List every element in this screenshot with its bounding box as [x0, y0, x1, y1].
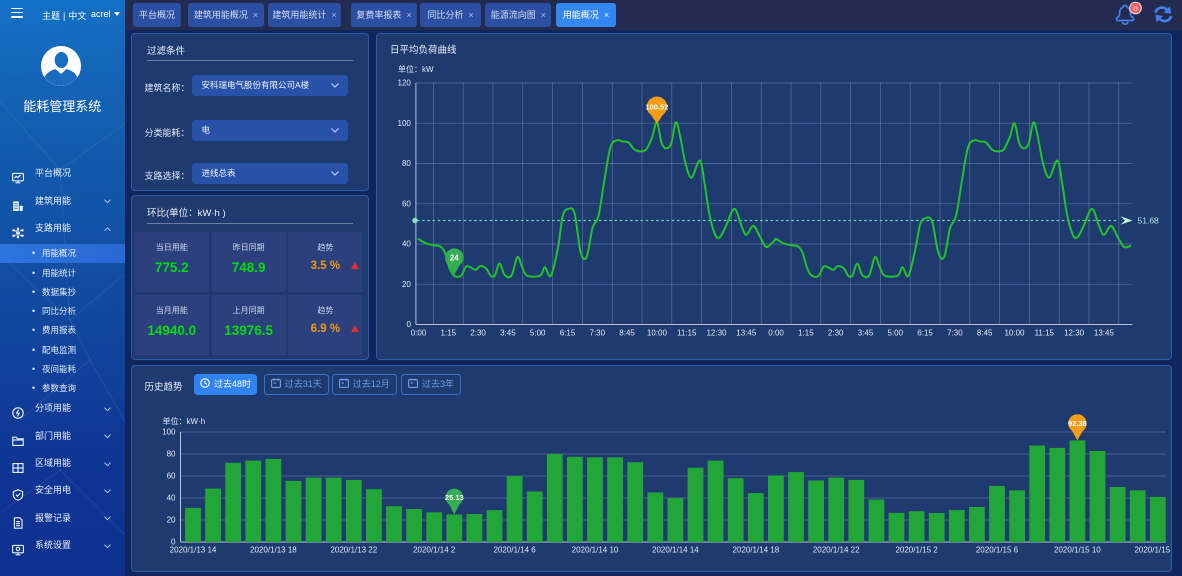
svg-text:13:45: 13:45 — [1093, 329, 1114, 338]
svg-text:2020/1/14 18: 2020/1/14 18 — [732, 546, 779, 555]
svg-text:40: 40 — [401, 240, 410, 249]
svg-text:7:30: 7:30 — [589, 329, 605, 338]
svg-text:13:45: 13:45 — [736, 329, 757, 338]
svg-text:20: 20 — [401, 280, 410, 289]
svg-text:5:00: 5:00 — [887, 329, 903, 338]
svg-text:2020/1/15 2: 2020/1/15 2 — [895, 546, 938, 555]
svg-text:10:00: 10:00 — [646, 329, 667, 338]
svg-text:2020/1/13 22: 2020/1/13 22 — [330, 546, 377, 555]
svg-text:11:15: 11:15 — [1034, 329, 1054, 338]
svg-text:2020/1/15 14: 2020/1/15 14 — [1134, 546, 1173, 555]
svg-text:3:45: 3:45 — [857, 329, 873, 338]
svg-text:8:45: 8:45 — [976, 329, 992, 338]
svg-text:2020/1/14 14: 2020/1/14 14 — [652, 546, 699, 555]
svg-text:80: 80 — [166, 450, 175, 459]
svg-text:12:30: 12:30 — [1064, 329, 1085, 338]
svg-text:2020/1/14 10: 2020/1/14 10 — [571, 546, 618, 555]
svg-text:12:30: 12:30 — [706, 329, 727, 338]
svg-text:100.52: 100.52 — [645, 103, 668, 112]
svg-text:2020/1/14 22: 2020/1/14 22 — [812, 546, 859, 555]
svg-text:1:15: 1:15 — [440, 329, 456, 338]
svg-text:2020/1/13 18: 2020/1/13 18 — [250, 546, 297, 555]
svg-text:60: 60 — [166, 472, 175, 481]
svg-text:6:15: 6:15 — [917, 329, 933, 338]
svg-text:2020/1/15 6: 2020/1/15 6 — [975, 546, 1018, 555]
svg-text:0:00: 0:00 — [768, 329, 784, 338]
svg-text:92.38: 92.38 — [1068, 419, 1087, 428]
svg-text:2020/1/15 10: 2020/1/15 10 — [1054, 546, 1101, 555]
svg-text:5:00: 5:00 — [529, 329, 545, 338]
svg-text:7:30: 7:30 — [947, 329, 963, 338]
svg-text:10:00: 10:00 — [1004, 329, 1025, 338]
svg-text:2020/1/13 14: 2020/1/13 14 — [169, 546, 216, 555]
svg-text:20: 20 — [166, 516, 175, 525]
svg-text:100: 100 — [162, 428, 176, 437]
svg-text:100: 100 — [397, 119, 411, 128]
svg-text:2020/1/14 6: 2020/1/14 6 — [493, 546, 536, 555]
svg-text:24: 24 — [449, 254, 458, 263]
svg-text:120: 120 — [397, 79, 411, 88]
svg-text:51.68: 51.68 — [1137, 216, 1159, 226]
svg-text:80: 80 — [401, 159, 410, 168]
svg-text:8:45: 8:45 — [619, 329, 635, 338]
svg-text:2:30: 2:30 — [827, 329, 843, 338]
svg-text:2:30: 2:30 — [470, 329, 486, 338]
svg-text:2020/1/14 2: 2020/1/14 2 — [413, 546, 456, 555]
svg-text:1:15: 1:15 — [798, 329, 814, 338]
svg-text:25.13: 25.13 — [444, 493, 463, 502]
svg-text:0: 0 — [1133, 4, 1137, 13]
svg-text:0:00: 0:00 — [410, 329, 426, 338]
svg-text:6:15: 6:15 — [559, 329, 575, 338]
svg-text:60: 60 — [401, 199, 410, 208]
svg-text:11:15: 11:15 — [676, 329, 696, 338]
svg-text:40: 40 — [166, 494, 175, 503]
svg-text:3:45: 3:45 — [500, 329, 516, 338]
